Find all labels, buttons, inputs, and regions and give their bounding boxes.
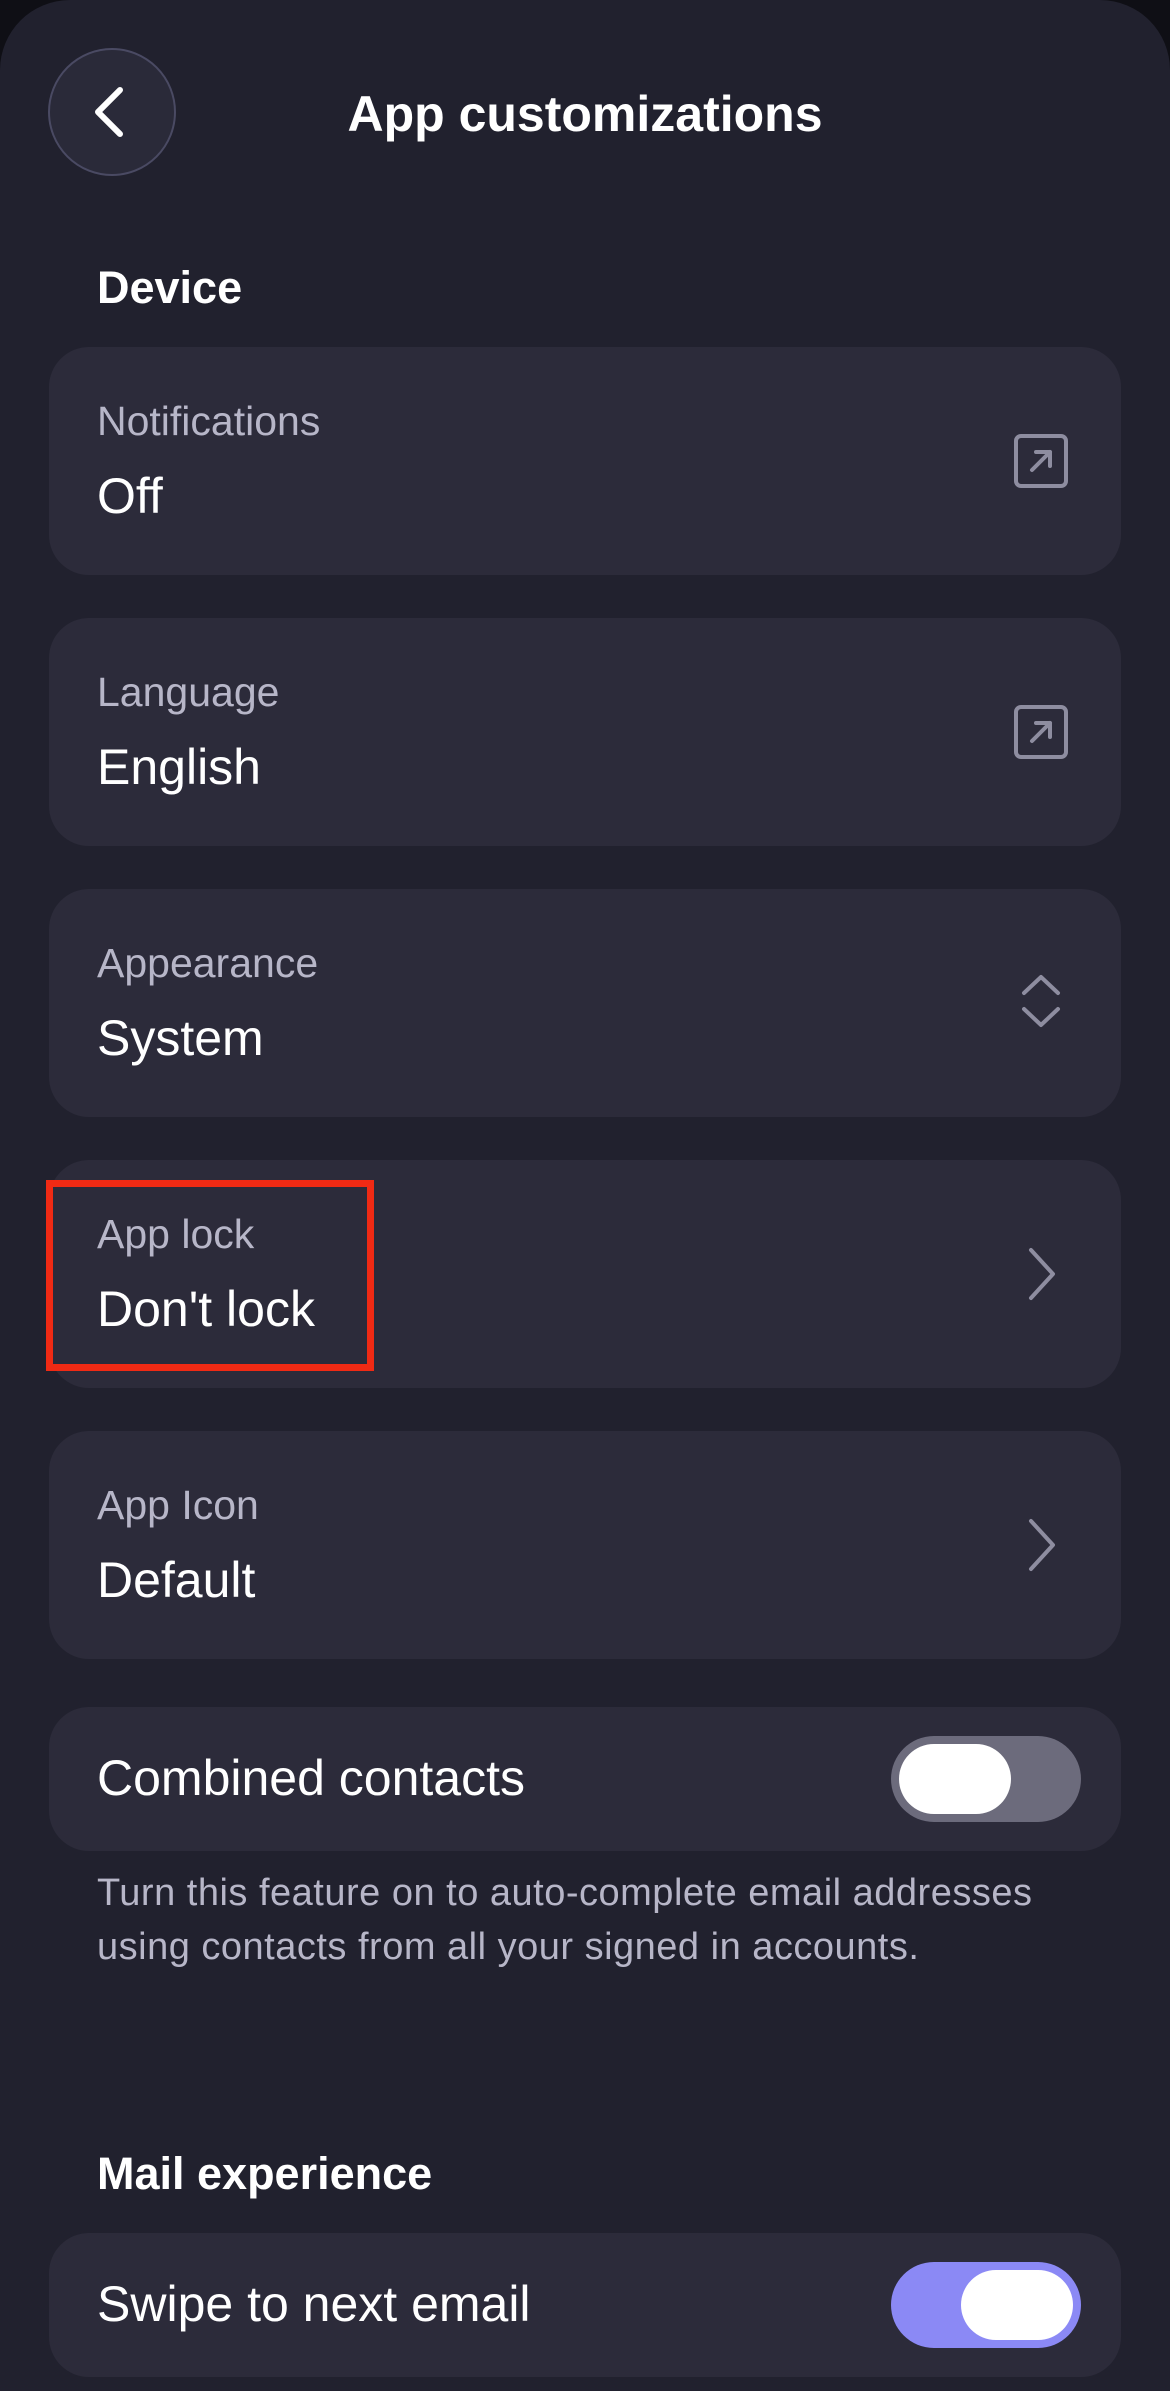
combined-contacts-row: Combined contacts bbox=[49, 1707, 1121, 1851]
app-icon-row[interactable]: App Icon Default bbox=[49, 1431, 1121, 1659]
language-value: English bbox=[97, 739, 261, 795]
appearance-row[interactable]: Appearance System bbox=[49, 889, 1121, 1117]
swipe-next-email-toggle[interactable] bbox=[891, 2262, 1081, 2348]
notifications-label: Notifications bbox=[97, 398, 321, 444]
combined-contacts-label: Combined contacts bbox=[97, 1750, 526, 1806]
app-lock-row[interactable]: App lock Don't lock bbox=[49, 1160, 1121, 1388]
swipe-next-email-row: Swipe to next email bbox=[49, 2233, 1121, 2377]
appearance-label: Appearance bbox=[97, 940, 319, 986]
app-lock-value: Don't lock bbox=[97, 1281, 315, 1337]
app-lock-label: App lock bbox=[97, 1211, 255, 1257]
appearance-value: System bbox=[97, 1010, 264, 1066]
app-icon-label: App Icon bbox=[97, 1482, 259, 1528]
page-title: App customizations bbox=[347, 86, 823, 142]
chevron-right-icon bbox=[1011, 1515, 1071, 1575]
notifications-row[interactable]: Notifications Off bbox=[49, 347, 1121, 575]
chevron-right-icon bbox=[1011, 1244, 1071, 1304]
section-title-mail-experience: Mail experience bbox=[97, 2148, 433, 2199]
section-title-device: Device bbox=[97, 262, 243, 313]
settings-sheet: App customizations Device Notifications … bbox=[0, 0, 1170, 2391]
external-link-icon bbox=[1011, 702, 1071, 762]
external-link-icon bbox=[1011, 431, 1071, 491]
toggle-knob bbox=[899, 1744, 1011, 1814]
language-row[interactable]: Language English bbox=[49, 618, 1121, 846]
notifications-value: Off bbox=[97, 468, 163, 524]
combined-contacts-helper: Turn this feature on to auto-complete em… bbox=[97, 1872, 1033, 1968]
language-label: Language bbox=[97, 669, 280, 715]
combined-contacts-toggle[interactable] bbox=[891, 1736, 1081, 1822]
swipe-next-email-label: Swipe to next email bbox=[97, 2276, 531, 2332]
chevron-up-down-icon bbox=[1011, 971, 1071, 1031]
toggle-knob bbox=[961, 2270, 1073, 2340]
app-icon-value: Default bbox=[97, 1552, 256, 1608]
